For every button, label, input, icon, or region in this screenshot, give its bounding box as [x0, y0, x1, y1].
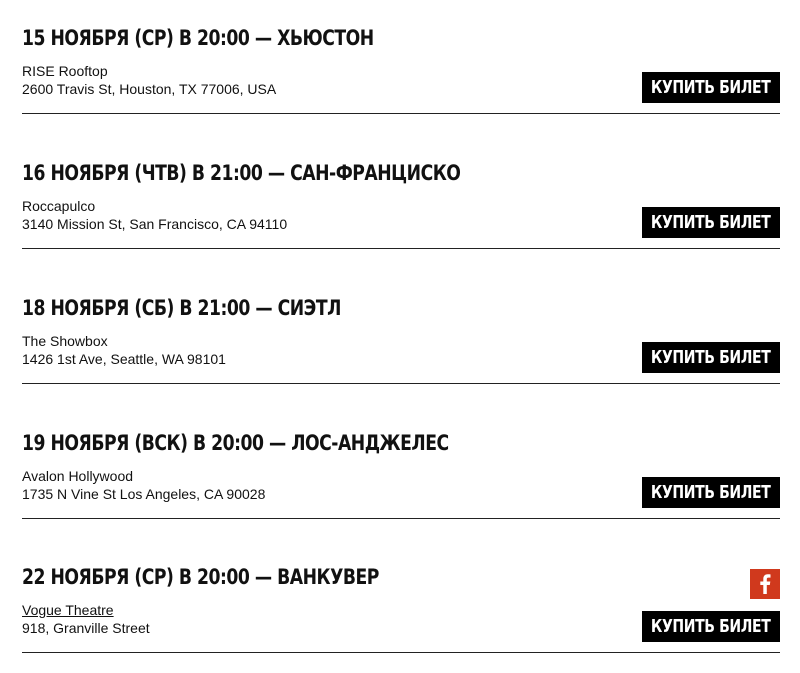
event-title: 22 НОЯБРЯ (СР) В 20:00 — ВАНКУВЕР: [22, 565, 379, 589]
venue-info: Avalon Hollywood 1735 N Vine St Los Ange…: [22, 467, 265, 503]
buy-ticket-label: КУПИТЬ БИЛЕТ: [651, 616, 771, 637]
facebook-share-button[interactable]: [750, 569, 780, 599]
venue-link[interactable]: Vogue Theatre: [22, 601, 150, 619]
event-seattle: 18 НОЯБРЯ (СБ) В 21:00 — СИЭТЛ The Showb…: [22, 270, 780, 404]
venue-address: 1426 1st Ave, Seattle, WA 98101: [22, 351, 226, 367]
venue-info: Vogue Theatre 918, Granville Street: [22, 601, 150, 637]
divider: [22, 652, 780, 653]
venue-info: RISE Rooftop 2600 Travis St, Houston, TX…: [22, 62, 276, 98]
venue-name: RISE Rooftop: [22, 63, 108, 79]
event-san-francisco: 16 НОЯБРЯ (ЧТВ) В 21:00 — САН-ФРАНЦИСКО …: [22, 135, 780, 269]
venue-address: 1735 N Vine St Los Angeles, CA 90028: [22, 486, 266, 502]
buy-ticket-label: КУПИТЬ БИЛЕТ: [651, 347, 771, 368]
event-title: 16 НОЯБРЯ (ЧТВ) В 21:00 — САН-ФРАНЦИСКО: [22, 161, 461, 185]
buy-ticket-button[interactable]: КУПИТЬ БИЛЕТ: [642, 342, 780, 373]
venue-name: Roccapulco: [22, 198, 96, 214]
buy-ticket-button[interactable]: КУПИТЬ БИЛЕТ: [642, 72, 780, 103]
venue-name: The Showbox: [22, 333, 108, 349]
divider: [22, 383, 780, 384]
divider: [22, 113, 780, 114]
venue-address: 3140 Mission St, San Francisco, CA 94110: [22, 216, 288, 232]
divider: [22, 248, 780, 249]
buy-ticket-button[interactable]: КУПИТЬ БИЛЕТ: [642, 207, 780, 238]
facebook-icon: [760, 574, 771, 594]
buy-ticket-label: КУПИТЬ БИЛЕТ: [651, 482, 771, 503]
event-houston: 15 НОЯБРЯ (СР) В 20:00 — ХЬЮСТОН RISE Ro…: [22, 0, 780, 134]
divider: [22, 518, 780, 519]
buy-ticket-button[interactable]: КУПИТЬ БИЛЕТ: [642, 477, 780, 508]
buy-ticket-button[interactable]: КУПИТЬ БИЛЕТ: [642, 611, 780, 642]
event-los-angeles: 19 НОЯБРЯ (ВСК) В 20:00 — ЛОС-АНДЖЕЛЕС A…: [22, 405, 780, 539]
buy-ticket-label: КУПИТЬ БИЛЕТ: [651, 212, 771, 233]
event-title: 15 НОЯБРЯ (СР) В 20:00 — ХЬЮСТОН: [22, 26, 374, 50]
buy-ticket-label: КУПИТЬ БИЛЕТ: [651, 77, 771, 98]
event-title: 19 НОЯБРЯ (ВСК) В 20:00 — ЛОС-АНДЖЕЛЕС: [22, 431, 449, 455]
venue-info: The Showbox 1426 1st Ave, Seattle, WA 98…: [22, 332, 226, 368]
venue-name: Avalon Hollywood: [22, 468, 134, 484]
venue-address: 918, Granville Street: [22, 620, 150, 636]
event-vancouver: 22 НОЯБРЯ (СР) В 20:00 — ВАНКУВЕР Vogue …: [22, 539, 780, 673]
event-title: 18 НОЯБРЯ (СБ) В 21:00 — СИЭТЛ: [22, 296, 341, 320]
venue-address: 2600 Travis St, Houston, TX 77006, USA: [22, 81, 277, 97]
venue-info: Roccapulco 3140 Mission St, San Francisc…: [22, 197, 287, 233]
